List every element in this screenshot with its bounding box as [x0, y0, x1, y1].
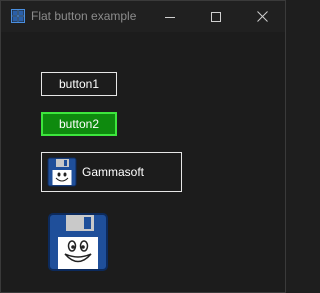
maximize-button[interactable]	[193, 1, 239, 32]
close-button[interactable]	[239, 1, 285, 32]
floppy-disk-icon	[47, 157, 77, 187]
button1[interactable]: button1	[41, 72, 117, 96]
floppy-disk-image-button[interactable]	[48, 213, 108, 271]
title-bar[interactable]: Flat button example	[1, 1, 285, 32]
minimize-button[interactable]	[147, 1, 193, 32]
close-icon	[256, 11, 268, 22]
window-title: Flat button example	[31, 9, 137, 23]
app-window-icon	[11, 9, 25, 23]
gammasoft-button[interactable]: Gammasoft	[41, 152, 182, 192]
minimize-icon	[165, 16, 175, 18]
button2[interactable]: button2	[41, 112, 117, 136]
button2-label: button2	[58, 117, 100, 131]
client-area: button1 button2 Gammasoft	[1, 32, 285, 292]
maximize-icon	[211, 11, 221, 22]
gammasoft-label: Gammasoft	[82, 165, 145, 179]
app-window: Flat button example button1 button2 Gamm…	[0, 0, 286, 293]
button1-label: button1	[58, 77, 100, 91]
